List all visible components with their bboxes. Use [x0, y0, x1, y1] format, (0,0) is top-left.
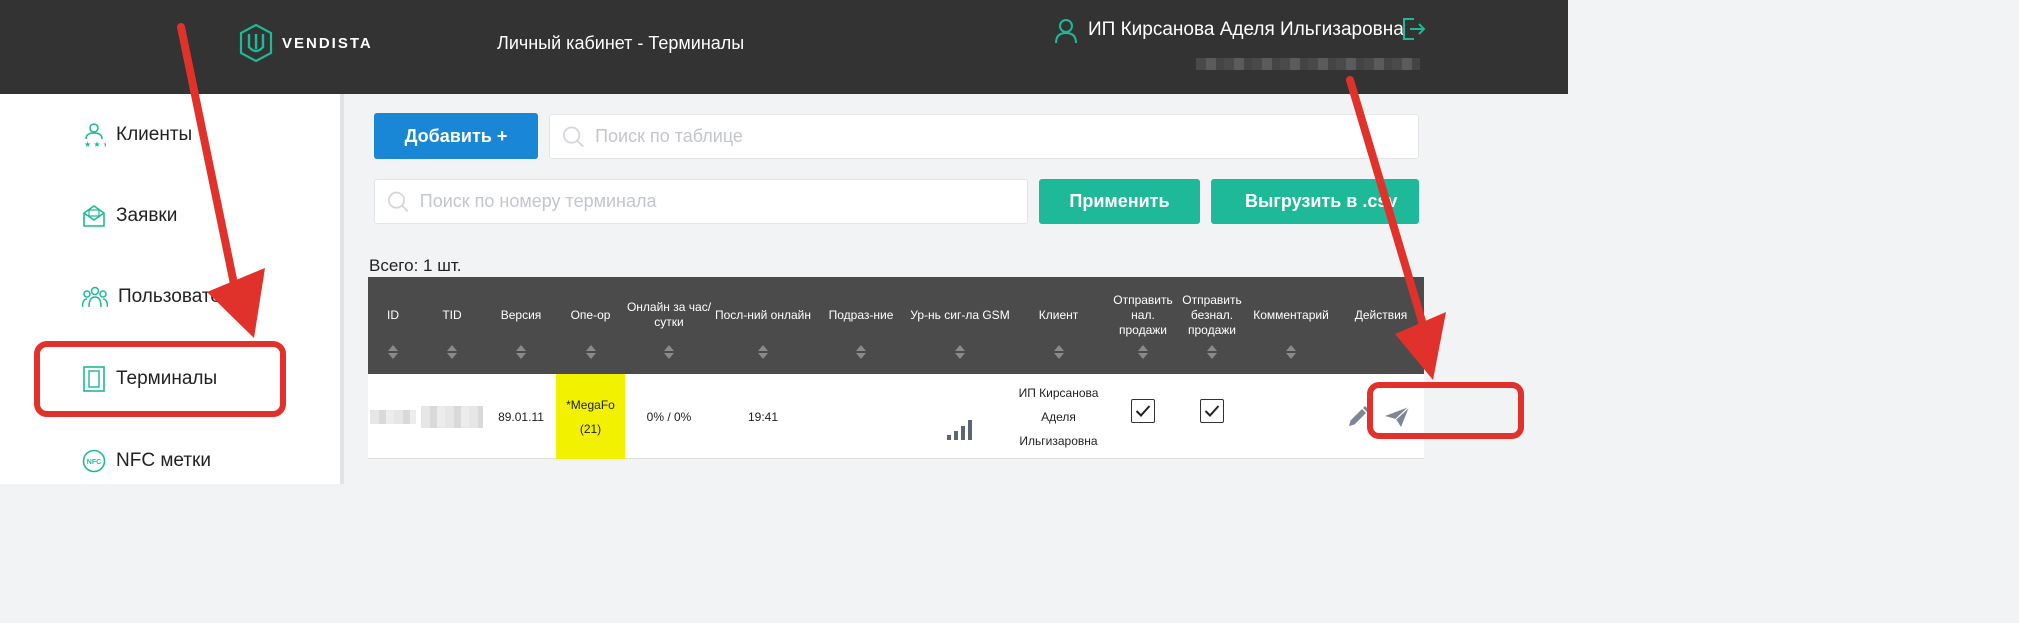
total-count: Всего: 1 шт.: [369, 256, 462, 275]
cell-send-cash: [1106, 374, 1180, 459]
users-icon: [82, 286, 108, 308]
check-icon: [1135, 405, 1151, 417]
column-header-send-cash[interactable]: Отправить нал. продажи: [1106, 277, 1180, 374]
cell-comment: [1244, 374, 1338, 459]
column-header-actions: Действия: [1354, 307, 1408, 322]
table-header: ID TID Версия Опе-ор Онлайн за час/ сутк…: [368, 277, 1424, 374]
sort-icon[interactable]: [955, 345, 965, 359]
vendista-logo[interactable]: VENDISTA: [238, 23, 373, 63]
sidebar-item-label: Клиенты: [116, 124, 193, 145]
sidebar-item-requests[interactable]: Заявки: [82, 201, 177, 231]
column-header-client[interactable]: Клиент: [1011, 277, 1106, 374]
sidebar-item-label: NFC метки: [116, 450, 211, 471]
sidebar-item-nfc[interactable]: NFC NFC метки: [82, 446, 211, 476]
sort-icon[interactable]: [1138, 345, 1148, 359]
apply-button[interactable]: Применить: [1039, 179, 1200, 224]
cell-operator: *MegaFo (21): [556, 374, 625, 459]
cell-id: [368, 374, 418, 459]
cell-gsm: [909, 374, 1011, 459]
sidebar-item-users[interactable]: Пользователи: [82, 282, 228, 312]
sort-icon[interactable]: [1286, 345, 1296, 359]
user-icon: [1055, 19, 1077, 44]
logout-icon[interactable]: [1400, 16, 1426, 42]
sidebar-divider: [340, 94, 344, 484]
search-icon: [388, 191, 409, 212]
terminal-icon: [83, 366, 105, 392]
terminal-search-input[interactable]: [419, 191, 1027, 212]
signal-bars-icon: [947, 420, 972, 440]
column-header-id[interactable]: ID: [368, 277, 418, 374]
cell-last-online: 19:41: [747, 409, 779, 424]
pencil-edit-icon[interactable]: [1346, 405, 1370, 429]
column-header-send-cashless[interactable]: Отправить безнал. продажи: [1180, 277, 1244, 374]
clients-icon: ★ ★ ★: [84, 123, 106, 148]
sidebar-item-label: Заявки: [116, 205, 178, 226]
svg-text:★ ★ ★: ★ ★ ★: [84, 140, 106, 148]
cell-tid: [418, 374, 486, 459]
cell-version: 89.01.11: [498, 409, 544, 424]
column-header-version[interactable]: Версия: [486, 277, 556, 374]
send-cash-checkbox[interactable]: [1131, 399, 1155, 423]
svg-text:NFC: NFC: [87, 459, 101, 466]
operator-count: (21): [579, 421, 602, 436]
nfc-icon: NFC: [82, 449, 106, 473]
cell-client: ИП Кирсанова Аделя Ильгизаровна: [1018, 385, 1099, 448]
cell-send-cashless: [1180, 374, 1244, 459]
requests-icon: [83, 205, 105, 227]
sort-icon[interactable]: [1053, 345, 1064, 359]
page-title: Личный кабинет - Терминалы: [497, 33, 745, 53]
cell-actions: [1338, 374, 1424, 459]
table-row[interactable]: 89.01.11 *MegaFo (21) 0% / 0% 19:41 ИП К…: [368, 374, 1424, 459]
terminals-table: ID TID Версия Опе-ор Онлайн за час/ сутк…: [368, 277, 1424, 459]
column-header-operator[interactable]: Опе-ор: [556, 277, 625, 374]
column-header-tid[interactable]: TID: [418, 277, 486, 374]
operator-name: *MegaFo: [566, 397, 615, 412]
send-paper-plane-icon[interactable]: [1384, 406, 1410, 428]
table-search-field[interactable]: [549, 114, 1419, 159]
export-csv-button[interactable]: Выгрузить в .csv: [1211, 179, 1419, 224]
column-header-gsm[interactable]: Ур-нь сиг-ла GSM: [909, 277, 1011, 374]
column-header-division[interactable]: Подраз-ние: [813, 277, 909, 374]
cell-online: 0% / 0%: [646, 409, 692, 424]
column-header-online[interactable]: Онлайн за час/ сутки: [625, 277, 713, 374]
sidebar-item-label: Пользователи: [118, 286, 228, 307]
sort-icon[interactable]: [1207, 345, 1217, 359]
sort-icon[interactable]: [664, 345, 674, 359]
logo-text: VENDISTA: [282, 34, 373, 52]
sort-icon[interactable]: [758, 345, 768, 359]
search-icon: [563, 126, 584, 147]
vendista-logo-icon: [239, 23, 273, 63]
check-icon: [1204, 405, 1220, 417]
sort-icon[interactable]: [585, 345, 596, 359]
sort-icon[interactable]: [516, 345, 526, 359]
sidebar-item-users-clip: Пользователи: [82, 282, 228, 312]
table-search-input[interactable]: [595, 126, 1418, 147]
sort-icon[interactable]: [856, 345, 866, 359]
redacted-id: [370, 409, 416, 424]
terminal-search-field[interactable]: [374, 179, 1028, 224]
sidebar-item-clients[interactable]: ★ ★ ★ Клиенты: [82, 120, 192, 150]
user-email-redacted: [1196, 58, 1420, 70]
sidebar-item-label: Терминалы: [116, 368, 218, 389]
user-name[interactable]: ИП Кирсанова Аделя Ильгизаровна: [1088, 19, 1404, 41]
send-cashless-checkbox[interactable]: [1200, 399, 1224, 423]
redacted-tid: [421, 405, 483, 428]
add-button[interactable]: Добавить +: [374, 113, 538, 159]
column-header-last-online[interactable]: Посл-ний онлайн: [713, 277, 813, 374]
column-header-comment[interactable]: Комментарий: [1244, 277, 1338, 374]
sort-icon[interactable]: [447, 345, 457, 359]
sidebar-item-terminals[interactable]: Терминалы: [82, 364, 217, 394]
sort-icon[interactable]: [388, 345, 398, 359]
top-bar: VENDISTA Личный кабинет - Терминалы ИП К…: [0, 0, 1568, 94]
cell-division: [813, 374, 909, 459]
